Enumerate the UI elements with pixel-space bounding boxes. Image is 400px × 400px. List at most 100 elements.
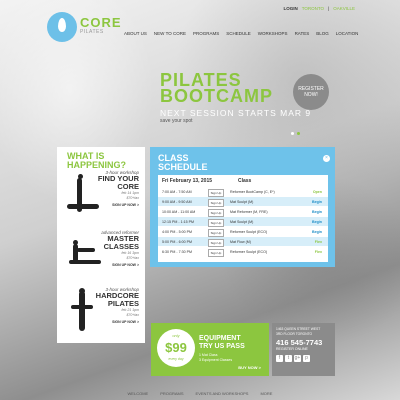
promo-signup-link[interactable]: SIGN UP NOW > (93, 320, 139, 324)
equipment-title-1: EQUIPMENT (199, 335, 241, 342)
contact-panel: 1463 QUEEN STREET WEST 3RD FLOOR TORONTO… (272, 323, 335, 376)
schedule-row: 6:30 PM - 7:30 PM Sign Up Reformer Sculp… (158, 247, 328, 257)
footer-more[interactable]: MORE (260, 391, 272, 400)
hero-title: PILATES BOOTCAMP (160, 71, 273, 106)
nav-rates[interactable]: RATES (295, 31, 310, 36)
core-logo-icon[interactable] (47, 12, 77, 42)
login-link[interactable]: LOGIN (283, 6, 297, 11)
city-toronto-link[interactable]: TORONTO (302, 6, 324, 11)
sign-up-button[interactable]: Sign Up (208, 188, 224, 197)
address-line-1: 1463 QUEEN STREET WEST (276, 327, 321, 331)
footer-nav: WELCOME PROGRAMS EVENTS AND WORKSHOPS MO… (0, 389, 400, 400)
sign-up-button[interactable]: Sign Up (208, 198, 224, 207)
class-name[interactable]: Mat Flow (M) (230, 240, 251, 244)
class-level: Begin (312, 219, 322, 224)
class-time: 12:15 PM - 1:15 PM (162, 219, 194, 224)
promo-title-2: CORE (117, 182, 139, 191)
twitter-icon[interactable]: t (285, 355, 292, 362)
sign-up-button[interactable]: Sign Up (208, 228, 224, 237)
slider-dot-active[interactable] (297, 132, 300, 135)
price-only-label: only (172, 333, 180, 338)
promo-price: $70+tax (126, 256, 139, 260)
social-icons: f t g+ p (276, 355, 310, 362)
slider-dots (291, 132, 300, 135)
facebook-icon[interactable]: f (276, 355, 283, 362)
address-line-2: 3RD FLOOR TORONTO (276, 332, 313, 336)
register-online-link[interactable]: REGISTER ONLINE (276, 347, 308, 351)
hero-title-line2: BOOTCAMP (160, 86, 273, 106)
class-time: 6:30 PM - 7:30 PM (162, 249, 192, 254)
schedule-row: 4:00 PM - 5:00 PM Sign Up Reformer Sculp… (158, 227, 328, 237)
equipment-line-1: 1 Mat Class (199, 353, 218, 357)
price-every-label: every day (168, 357, 184, 361)
footer-events[interactable]: EVENTS AND WORKSHOPS (196, 391, 249, 400)
hero-save-text: save your spot (160, 118, 193, 124)
equipment-pass-promo[interactable]: only $99 every day EQUIPMENT TRY US PASS… (151, 323, 269, 376)
phone-number[interactable]: 416 545-7743 (276, 338, 322, 347)
equipment-line-2: 3 Equipment Classes (199, 358, 233, 362)
class-name[interactable]: Reformer Sculpt (ECO) (230, 250, 267, 254)
schedule-row: 12:15 PM - 1:15 PM Sign Up Mat Sculpt (M… (158, 217, 328, 227)
nav-location[interactable]: LOCATION (336, 31, 359, 36)
nav-workshops[interactable]: WORKSHOPS (258, 31, 288, 36)
class-level: Begin (312, 199, 322, 204)
footer-welcome[interactable]: WELCOME (128, 391, 149, 400)
schedule-row: 9:00 AM - 9:50 AM Sign Up Mat Sculpt (M)… (158, 197, 328, 207)
nav-about-us[interactable]: ABOUT US (124, 31, 147, 36)
hero-subtitle: NEXT SESSION STARTS MAR 9 (160, 108, 312, 118)
register-now-button[interactable]: REGISTER NOW! (293, 74, 329, 110)
top-nav: LOGIN TORONTO | OAKVILLE (283, 6, 355, 11)
nav-new-to-core[interactable]: NEW TO CORE (154, 31, 186, 36)
class-column-header: Class (238, 178, 252, 184)
class-time: 9:00 AM - 9:50 AM (162, 199, 192, 204)
price-badge: only $99 every day (157, 329, 195, 367)
main-nav: ABOUT US NEW TO CORE PROGRAMS SCHEDULE W… (124, 31, 358, 36)
promo-find-your-core[interactable]: 3-hour workshop FIND YOUR CORE feb 14 1p… (57, 168, 145, 223)
buy-now-link[interactable]: BUY NOW > (238, 365, 261, 370)
class-level: Flex (314, 239, 322, 244)
slider-dot[interactable] (291, 132, 294, 135)
register-line2: NOW! (304, 92, 318, 98)
brand-name[interactable]: CORE (80, 15, 122, 30)
nav-programs[interactable]: PROGRAMS (193, 31, 219, 36)
promo-title-2: CLASSES (103, 242, 139, 251)
class-name[interactable]: Mat Sculpt (M) (230, 200, 253, 204)
promo-signup-link[interactable]: SIGN UP NOW > (93, 203, 139, 207)
class-time: 5:00 PM - 6:00 PM (162, 239, 192, 244)
schedule-title: CLASS SCHEDULE (158, 154, 208, 172)
schedule-row: 5:00 PM - 6:00 PM Sign Up Mat Flow (M) F… (158, 237, 328, 247)
class-time: 7:00 AM - 7:50 AM (162, 189, 192, 194)
promo-hardcore-pilates[interactable]: 3-hour workshop HARDCORE PILATES feb 21 … (57, 285, 145, 340)
promo-title-2: PILATES (107, 299, 139, 308)
brand-tagline: PILATES (80, 29, 104, 35)
nav-blog[interactable]: BLOG (316, 31, 329, 36)
nav-schedule[interactable]: SCHEDULE (226, 31, 251, 36)
schedule-table: Fri February 13, 2015 Class 7:00 AM - 7:… (158, 175, 328, 262)
what-is-happening-heading: WHAT IS HAPPENING? (57, 147, 145, 170)
class-level: Open (312, 189, 322, 194)
schedule-row: 7:00 AM - 7:50 AM Sign Up Reformer BootC… (158, 187, 328, 197)
sign-up-button[interactable]: Sign Up (208, 238, 224, 247)
class-name[interactable]: Reformer BootCamp (C, E*) (230, 190, 275, 194)
sign-up-button[interactable]: Sign Up (208, 218, 224, 227)
sign-up-button[interactable]: Sign Up (208, 208, 224, 217)
promo-price: $70+tax (126, 196, 139, 200)
google-plus-icon[interactable]: g+ (294, 355, 301, 362)
promo-signup-link[interactable]: SIGN UP NOW > (93, 263, 139, 267)
class-name[interactable]: Reformer Sculpt (ECO) (230, 230, 267, 234)
class-time: 4:00 PM - 5:00 PM (162, 229, 192, 234)
class-name[interactable]: Mat Reformer (M, FRE) (230, 210, 268, 214)
equipment-title-2: TRY US PASS (199, 343, 245, 350)
pinterest-icon[interactable]: p (303, 355, 310, 362)
schedule-row: 10:00 AM - 11:00 AM Sign Up Mat Reformer… (158, 207, 328, 217)
sign-up-button[interactable]: Sign Up (208, 248, 224, 257)
close-icon[interactable]: × (323, 155, 330, 162)
class-time: 10:00 AM - 11:00 AM (162, 209, 196, 214)
class-level: Begin (312, 209, 322, 214)
footer-programs[interactable]: PROGRAMS (160, 391, 183, 400)
class-name[interactable]: Mat Sculpt (M) (230, 220, 253, 224)
promo-price: $70+tax (126, 313, 139, 317)
city-oakville-link[interactable]: OAKVILLE (333, 6, 355, 11)
schedule-date: Fri February 13, 2015 (162, 178, 213, 184)
promo-master-classes[interactable]: advanced reformer MASTER CLASSES feb 16 … (57, 228, 145, 283)
